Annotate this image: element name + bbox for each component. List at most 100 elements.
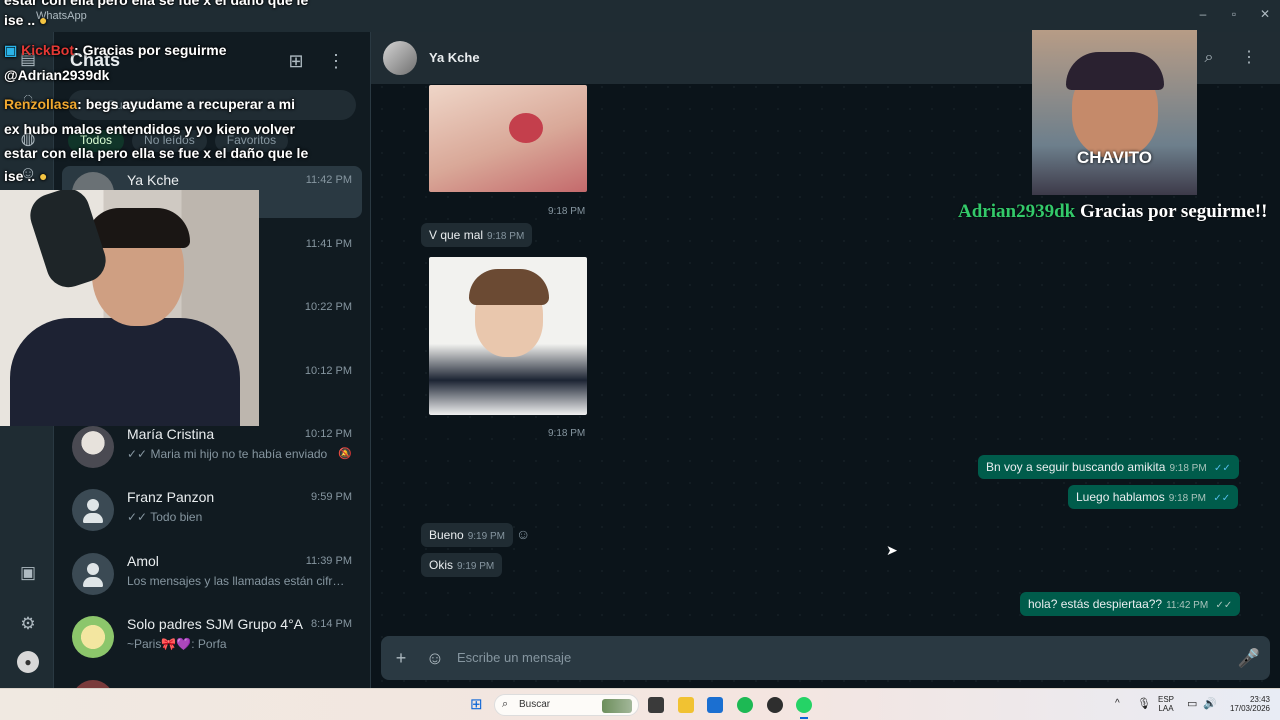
chat-row-solo-padres[interactable]: Solo padres SJM Grupo 4°A 8:14 PM ~Paris…	[62, 610, 362, 662]
avatar	[72, 489, 114, 531]
network-icon[interactable]: ▭	[1187, 697, 1197, 710]
message-bubble-in[interactable]: Bueno 9:19 PM	[421, 523, 513, 547]
chat-name: Amol	[127, 553, 159, 569]
image-message[interactable]	[429, 85, 587, 192]
image-detail	[509, 113, 543, 143]
minimize-button[interactable]: –	[1188, 4, 1218, 24]
chavito-label: CHAVITO	[1077, 148, 1152, 167]
overlay-username: KickBot	[21, 42, 75, 58]
image-message[interactable]	[429, 257, 587, 415]
message-time: 9:18 PM	[1168, 493, 1206, 504]
message-text: V que mal	[429, 228, 484, 242]
active-app-indicator	[800, 717, 808, 719]
chavito-overlay: CHAVITO	[1032, 30, 1197, 195]
language-indicator[interactable]: ESP LAA	[1158, 695, 1174, 713]
message-time: 9:18 PM	[1169, 463, 1207, 474]
maximize-button[interactable]: ▫	[1219, 4, 1249, 24]
chat-preview: ✓✓ Todo bien	[127, 510, 203, 524]
delivered-ticks-icon: ✓✓	[1215, 600, 1233, 611]
overlay-chat-line: ise .. ●	[4, 168, 48, 184]
message-text: Bueno	[429, 528, 464, 542]
read-ticks-icon: ✓✓	[1214, 463, 1231, 474]
windows-start-icon[interactable]: ⊞	[470, 697, 486, 713]
spotify-icon[interactable]	[737, 697, 753, 713]
contact-name[interactable]: Ya Kche	[429, 50, 480, 65]
close-button[interactable]: ✕	[1250, 4, 1280, 24]
overlay-chat-line: ise .. ●	[4, 12, 48, 28]
chat-name: Ya Kche	[127, 172, 179, 188]
follow-alert: Adrian2939dk Gracias por seguirme!!	[958, 201, 1267, 223]
chat-time: 10:22 PM	[304, 301, 352, 313]
new-chat-icon[interactable]: ⊞	[285, 50, 307, 72]
message-bubble-out[interactable]: hola? estás despiertaa?? 11:42 PM ✓✓	[1020, 592, 1241, 616]
message-time: 9:19 PM	[467, 531, 505, 542]
follow-username: Adrian2939dk	[958, 201, 1076, 222]
microphone-icon[interactable]: 🎤	[1237, 646, 1261, 670]
chat-name: María Cristina	[127, 426, 215, 442]
avatar	[72, 680, 114, 688]
message-time: 9:18 PM	[487, 231, 525, 242]
overlay-message: : Gracias por seguirme	[74, 42, 227, 58]
overlay-text: ise ..	[4, 168, 36, 184]
muted-icon: 🔕	[338, 448, 352, 460]
chat-time: 11:42 PM	[305, 174, 352, 186]
overlay-message: : begs ayudame a recuperar a mi	[77, 96, 296, 112]
screen: WhatsApp – ▫ ✕ ▤ ◌ ◍ ☺ ▣ ⚙ ● Chats ⊞ ⋮ B…	[0, 0, 1280, 720]
overlay-chat-line: @Adrian2939dk	[4, 67, 110, 83]
search-icon[interactable]: ⌕	[1198, 47, 1220, 69]
chat-row-franz-panzon[interactable]: Franz Panzon 9:59 PM ✓✓ Todo bien	[62, 483, 362, 535]
taskbar-search-label: Buscar	[519, 699, 551, 710]
chat-name: Franz Panzon	[127, 489, 215, 505]
taskbar-search[interactable]: ⌕ Buscar	[494, 694, 639, 716]
chat-row[interactable]	[62, 674, 362, 688]
chat-time: 8:14 PM	[311, 618, 352, 630]
whatsapp-icon[interactable]	[796, 697, 812, 713]
chat-time: 10:12 PM	[304, 365, 352, 377]
message-input[interactable]: Escribe un mensaje	[457, 650, 571, 665]
menu-dots-icon[interactable]: ⋮	[325, 50, 347, 72]
volume-icon[interactable]: 🔊	[1203, 697, 1217, 710]
composer-bar: + ☺ Escribe un mensaje 🎤	[381, 636, 1270, 680]
overlay-chat-line: estar con ella pero ella se fue x el dañ…	[4, 145, 309, 161]
obs-icon[interactable]	[767, 697, 783, 713]
message-bubble-in[interactable]: Okis 9:19 PM	[421, 553, 503, 577]
language-code: ESP	[1158, 695, 1175, 704]
message-bubble-in[interactable]: V que mal 9:18 PM	[421, 223, 533, 247]
webcam-person	[86, 208, 190, 248]
overlay-username: Renzollasa	[4, 96, 78, 112]
media-icon[interactable]: ▣	[17, 562, 39, 584]
message-time: 9:18 PM	[548, 206, 586, 217]
chat-preview: ~Paris🎀💜: Porfa	[127, 637, 227, 651]
message-time: 9:18 PM	[548, 428, 586, 439]
store-icon[interactable]	[707, 697, 723, 713]
webcam-feed	[0, 190, 259, 426]
settings-icon[interactable]: ⚙	[17, 613, 39, 635]
contact-avatar[interactable]	[383, 41, 417, 75]
emoji-icon: ●	[39, 12, 48, 28]
file-explorer-icon[interactable]	[678, 697, 694, 713]
attach-plus-icon[interactable]: +	[389, 646, 413, 670]
react-emoji-icon[interactable]: ☺	[516, 526, 530, 542]
message-text: Bn voy a seguir buscando amikita	[986, 460, 1166, 474]
chat-time: 10:12 PM	[304, 428, 352, 440]
follow-message: Gracias por seguirme!!	[1075, 201, 1268, 222]
tray-chevron-icon[interactable]: ^	[1115, 698, 1120, 709]
message-bubble-out[interactable]: Luego hablamos 9:18 PM ✓✓	[1068, 485, 1239, 509]
microphone-icon[interactable]: 🎙	[1137, 697, 1151, 710]
chat-time: 11:41 PM	[305, 238, 352, 250]
clock[interactable]: 23:43 17/03/2026	[1226, 695, 1270, 713]
chat-row-maria-cristina[interactable]: María Cristina 10:12 PM ✓✓ Maria mi hijo…	[62, 420, 362, 472]
kick-icon: ▣	[4, 42, 18, 58]
emoji-icon: ●	[39, 168, 48, 184]
clock-time: 23:43	[1249, 695, 1270, 704]
sticker-emoji-icon[interactable]: ☺	[423, 646, 447, 670]
chat-row-amol[interactable]: Amol 11:39 PM Los mensajes y las llamada…	[62, 547, 362, 599]
menu-dots-icon[interactable]: ⋮	[1238, 47, 1260, 69]
avatar	[72, 426, 114, 468]
task-view-icon[interactable]	[648, 697, 664, 713]
overlay-chat-line: estar con ella pero ella se fue x el dañ…	[4, 0, 309, 8]
taskbar: ⊞ ⌕ Buscar ^ 🎙 ESP LAA ▭ 🔊 23:43 17/03/2…	[0, 688, 1280, 720]
profile-icon[interactable]: ●	[17, 651, 39, 673]
webcam-person	[10, 318, 240, 426]
message-bubble-out[interactable]: Bn voy a seguir buscando amikita 9:18 PM …	[978, 455, 1239, 479]
